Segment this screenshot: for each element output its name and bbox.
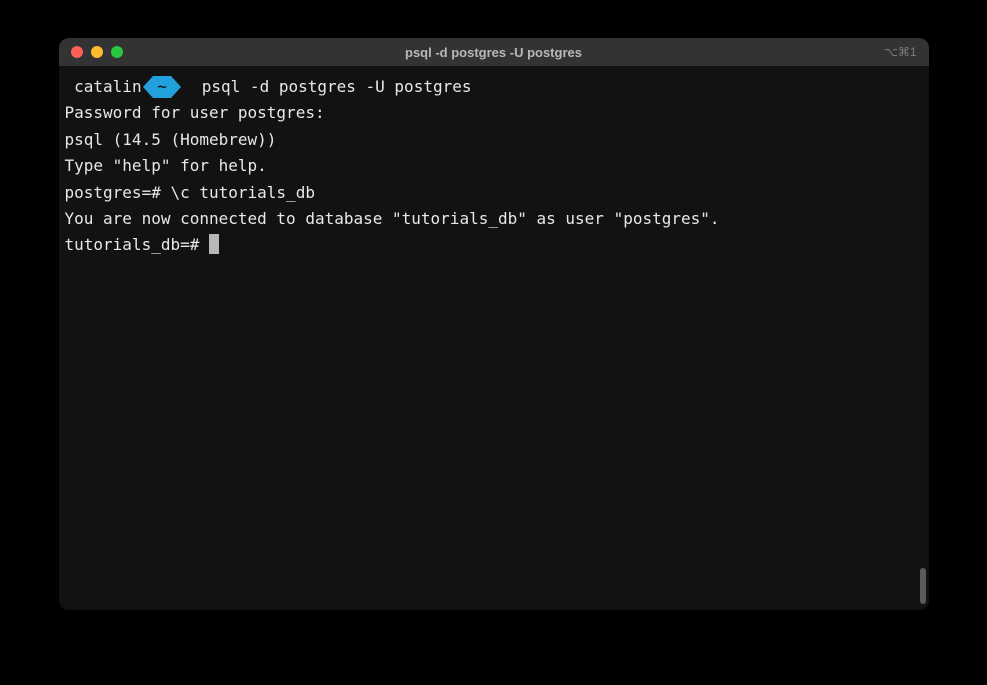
prompt-command: psql -d postgres -U postgres <box>202 77 472 96</box>
output-line: postgres=# \c tutorials_db <box>65 180 923 206</box>
current-prompt: tutorials_db=# <box>65 235 210 254</box>
prompt-dir: ~ <box>153 76 171 98</box>
output-line: psql (14.5 (Homebrew)) <box>65 127 923 153</box>
output-line: Type "help" for help. <box>65 153 923 179</box>
close-button[interactable] <box>71 46 83 58</box>
scrollbar-thumb[interactable] <box>920 568 926 604</box>
output-line: Password for user postgres: <box>65 100 923 126</box>
current-prompt-line: tutorials_db=# <box>65 232 923 258</box>
cursor <box>209 234 219 254</box>
traffic-lights <box>71 46 123 58</box>
titlebar[interactable]: psql -d postgres -U postgres ⌥⌘1 <box>59 38 929 66</box>
prompt-user: catalin <box>74 77 141 96</box>
minimize-button[interactable] <box>91 46 103 58</box>
terminal-body[interactable]: catalin ~ psql -d postgres -U postgres P… <box>59 66 929 610</box>
window-shortcut-label: ⌥⌘1 <box>884 45 917 59</box>
terminal-window: psql -d postgres -U postgres ⌥⌘1 catalin… <box>59 38 929 610</box>
window-title: psql -d postgres -U postgres <box>59 45 929 60</box>
prompt-line: catalin ~ psql -d postgres -U postgres <box>65 74 923 100</box>
maximize-button[interactable] <box>111 46 123 58</box>
output-line: You are now connected to database "tutor… <box>65 206 923 232</box>
prompt-dir-badge: ~ <box>153 76 171 98</box>
